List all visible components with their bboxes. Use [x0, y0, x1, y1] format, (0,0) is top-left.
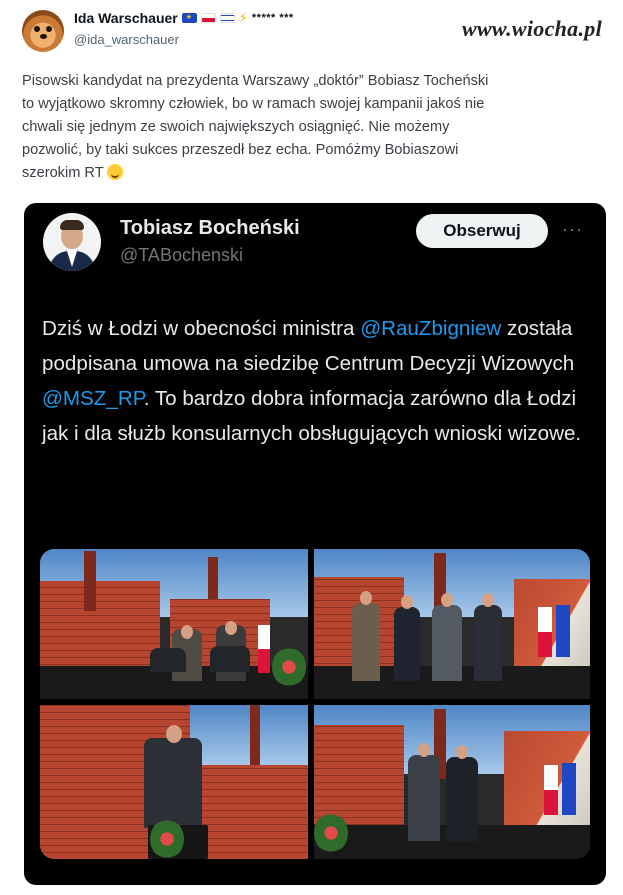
mention-rauzbigniew[interactable]: @RauZbigniew	[360, 317, 501, 340]
handshake-photo[interactable]	[314, 705, 590, 859]
signing-photo[interactable]	[40, 549, 308, 699]
text-part-1: Dziś w Łodzi w obecności ministra	[42, 317, 355, 340]
lightning-icon: ⚡	[238, 10, 248, 25]
quoted-author-name[interactable]: Tobiasz Bocheński	[120, 217, 300, 240]
wink-emoji-icon	[107, 164, 124, 180]
outer-tweet-text: Pisowski kandydat na prezydenta Warszawy…	[22, 70, 602, 185]
speaker-photo[interactable]	[40, 705, 308, 859]
quoted-tweet-text: Dziś w Łodzi w obecności ministra @RauZb…	[42, 311, 597, 451]
photo-grid	[40, 549, 590, 859]
poland-flag-icon	[200, 13, 216, 23]
quoted-author-avatar[interactable]	[43, 213, 101, 271]
author-name[interactable]: Ida Warschauer	[74, 10, 178, 26]
outer-tweet-header: Ida Warschauer ⚡ ***** *** @ida_warschau…	[22, 8, 602, 56]
group-photo[interactable]	[314, 549, 590, 699]
israel-flag-icon	[219, 13, 235, 23]
author-name-row: Ida Warschauer ⚡ ***** ***	[74, 10, 294, 26]
site-watermark: www.wiocha.pl	[461, 16, 602, 41]
mention-msz-rp[interactable]: @MSZ_RP	[42, 387, 144, 410]
author-avatar[interactable]	[22, 10, 64, 52]
follow-button[interactable]: Obserwuj	[416, 214, 548, 248]
quoted-author-handle[interactable]: @TABochenski	[120, 245, 243, 266]
quoted-tweet-card[interactable]: Tobiasz Bocheński @TABochenski Obserwuj …	[24, 203, 606, 885]
author-handle[interactable]: @ida_warschauer	[74, 32, 179, 47]
more-options-icon[interactable]: ···	[562, 219, 583, 240]
eu-flag-icon	[181, 13, 197, 23]
author-stars: ***** ***	[251, 12, 294, 24]
tweet-body: Pisowski kandydat na prezydenta Warszawy…	[22, 73, 489, 181]
